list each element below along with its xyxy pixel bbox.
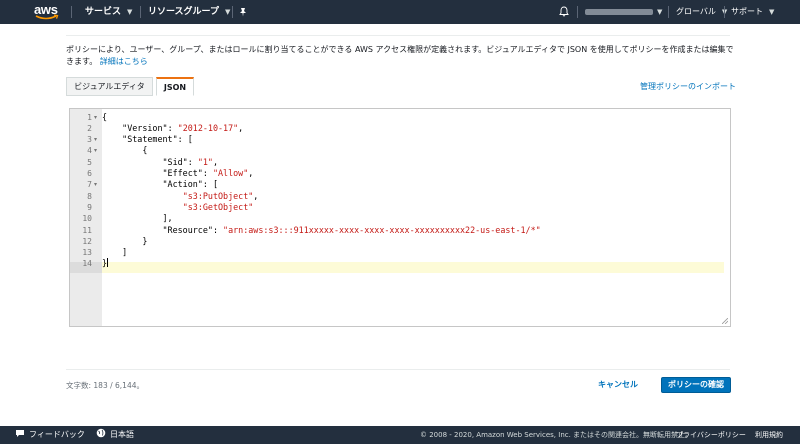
language-label: 日本語 [110,430,134,439]
code-line[interactable]: "Action": [ [102,179,218,190]
fold-toggle-icon[interactable]: ▾ [94,134,97,145]
feedback-button[interactable]: フィードバック [15,426,85,444]
fold-toggle-icon[interactable]: ▾ [94,179,97,190]
nav-divider [668,6,669,18]
divider [66,35,730,36]
resource-groups-label: リソースグループ [148,7,220,17]
aws-logo[interactable]: aws [34,2,62,22]
resize-handle-icon[interactable] [722,318,728,324]
pin-button[interactable] [238,0,248,24]
code-line[interactable]: "s3:GetObject" [102,202,254,213]
code-line[interactable]: "s3:PutObject", [102,191,259,202]
nav-divider [71,6,72,18]
code-line[interactable]: ] [102,247,127,258]
region-menu[interactable]: グローバル▼ [676,0,727,24]
line-number: 6 [87,169,92,178]
line-number: 1 [87,112,92,122]
code-line[interactable]: { [102,145,147,156]
feedback-label: フィードバック [29,430,85,439]
language-selector[interactable]: 日本語 [96,426,134,444]
tab-json[interactable]: JSON [156,77,194,96]
globe-icon [96,428,106,438]
fold-toggle-icon[interactable]: ▾ [94,145,97,156]
support-menu[interactable]: サポート ▼ [731,0,774,24]
chevron-down-icon: ▼ [127,8,133,16]
code-line[interactable]: "Version": "2012-10-17", [102,123,243,134]
speech-bubble-icon [16,430,24,437]
character-count: 文字数: 183 / 6,144。 [66,381,144,390]
account-menu[interactable] [585,9,653,15]
bell-icon [559,6,569,17]
code-line[interactable]: } [102,236,147,247]
line-number: 10 [82,214,92,224]
learn-more-link[interactable]: 詳細はこちら [100,57,148,66]
account-caret[interactable]: ▼ [657,0,662,24]
chevron-down-icon: ▼ [769,8,775,16]
code-line[interactable]: } [102,258,109,269]
privacy-policy-link[interactable]: プライバシーポリシー [676,426,746,444]
code-line[interactable]: { [102,112,107,123]
footer: フィードバック 日本語 © 2008 - 2020, Amazon Web Se… [0,426,800,444]
review-policy-button[interactable]: ポリシーの確認 [661,377,731,393]
services-label: サービス [85,7,122,17]
resource-groups-menu[interactable]: リソースグループ ▼ [148,0,230,24]
text-cursor [107,258,109,268]
copyright-text: © 2008 - 2020, Amazon Web Services, Inc.… [420,431,693,439]
line-number: 3 [87,135,92,145]
code-line[interactable]: "Effect": "Allow", [102,168,254,179]
top-nav: aws サービス ▼ リソースグループ ▼ ▼ グローバル▼ サポート ▼ [0,0,800,24]
pin-icon [240,8,246,17]
line-number: 4 [87,146,92,156]
line-number: 14 [82,259,92,269]
support-label: サポート [731,7,763,16]
services-menu[interactable]: サービス ▼ [85,0,132,24]
tab-visual-editor[interactable]: ビジュアルエディタ [66,77,153,96]
description-text: ポリシーにより、ユーザー、グループ、またはロールに割り当てることができる AWS… [66,45,734,66]
nav-divider [577,6,578,18]
code-line[interactable]: "Resource": "arn:aws:s3:::911xxxxx-xxxx-… [102,225,541,236]
nav-divider [724,6,725,18]
code-line[interactable]: ], [102,213,173,224]
nav-divider [232,6,233,18]
chevron-down-icon: ▼ [225,8,231,16]
aws-smile-icon [35,14,59,20]
line-number: 9 [87,202,92,212]
line-number: 5 [87,157,92,167]
code-line[interactable]: "Statement": [ [102,134,193,145]
region-label: グローバル [676,7,716,16]
fold-toggle-icon[interactable]: ▾ [94,112,97,123]
chevron-down-icon: ▼ [657,8,663,16]
line-number: 2 [87,123,92,133]
code-line[interactable]: "Sid": "1", [102,157,219,168]
cancel-button[interactable]: キャンセル [598,377,638,393]
nav-divider [140,6,141,18]
line-number: 11 [82,225,92,235]
line-number: 13 [82,248,92,258]
line-number: 8 [87,191,92,201]
import-managed-policy-link[interactable]: 管理ポリシーのインポート [640,81,736,92]
line-number: 7 [87,180,92,190]
line-number: 12 [82,236,92,246]
divider [66,369,730,370]
json-editor[interactable]: 1 ▾ 2 3 ▾ 4 ▾ 5 6 7 ▾ 8 9 10 11 12 13 14 { "Version": "20… [69,108,731,327]
notifications-button[interactable] [559,0,569,24]
active-line-highlight [102,262,724,274]
policy-description: ポリシーにより、ユーザー、グループ、またはロールに割り当てることができる AWS… [66,44,736,68]
terms-link[interactable]: 利用規約 [755,426,783,444]
